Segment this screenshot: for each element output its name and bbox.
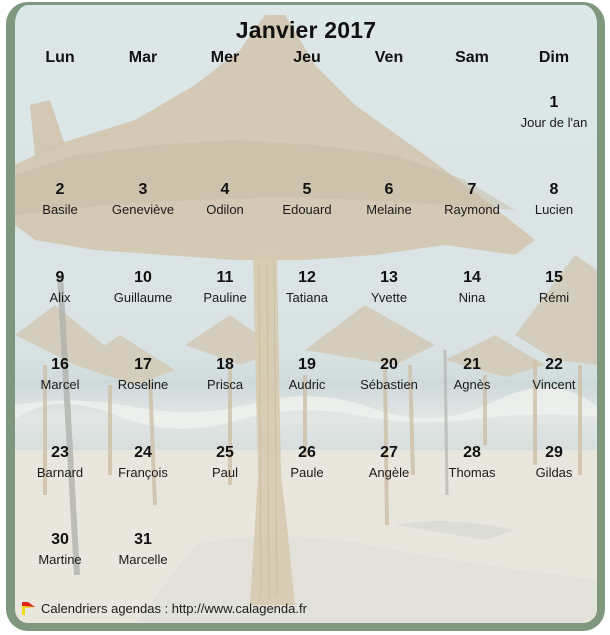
footer-link[interactable]: Calendriers agendas : http://www.calagen…: [41, 601, 307, 616]
day-cell: 31 Marcelle: [93, 531, 193, 568]
saint-name: Vincent: [532, 377, 576, 392]
calendar-content: Janvier 2017 Lun Mar Mer Jeu Ven Sam Dim 1 Jour…: [15, 5, 597, 623]
weekday-header-ven: Ven: [374, 49, 404, 66]
weekday-header-lun: Lun: [45, 49, 75, 66]
footer: Calendriers agendas : http://www.calagen…: [22, 601, 307, 616]
saint-name: Jour de l'an: [520, 115, 588, 130]
weekday-header-sam: Sam: [455, 49, 489, 66]
saint-name: Gildas: [535, 465, 573, 480]
day-number: 29: [545, 444, 563, 461]
day-cell: 29 Gildas: [504, 444, 597, 481]
weekday-header-dim: Dim: [538, 49, 570, 66]
saint-name: Marcelle: [118, 552, 168, 567]
day-number: 31: [134, 531, 152, 548]
weekday-header-mar: Mar: [128, 49, 158, 66]
saint-name: Lucien: [534, 202, 574, 217]
calendar-card: Janvier 2017 Lun Mar Mer Jeu Ven Sam Dim 1 Jour…: [6, 2, 605, 631]
weekday-header-jeu: Jeu: [293, 49, 321, 66]
day-number: 1: [549, 94, 559, 111]
flag-icon: [22, 602, 35, 615]
day-cell: 22 Vincent: [504, 356, 597, 393]
month-title: Janvier 2017: [235, 17, 377, 43]
day-number: 15: [545, 269, 563, 286]
day-number: 22: [545, 356, 563, 373]
weekday-header-mer: Mer: [210, 49, 240, 66]
day-cell: 8 Lucien: [504, 181, 597, 218]
day-number: 8: [549, 181, 559, 198]
saint-name: Rémi: [538, 290, 570, 305]
day-cell: 1 Jour de l'an: [504, 94, 597, 131]
day-cell: 15 Rémi: [504, 269, 597, 306]
